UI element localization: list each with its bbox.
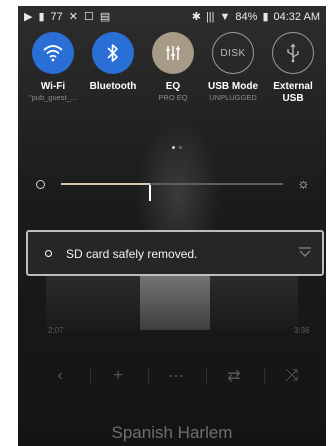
wifi-toggle[interactable] — [32, 32, 74, 74]
usb-mode-status: UNPLUGGED — [209, 93, 257, 102]
sd-label: 77 — [50, 11, 63, 23]
battery-icon: ▮ — [262, 11, 269, 23]
external-usb-label: External USB — [273, 81, 313, 104]
play-icon: ▶ — [24, 11, 33, 23]
quick-settings-panel: Wi-Fi "pub_guest_... Bluetooth EQ PRO EQ… — [18, 32, 326, 222]
repeat-icon[interactable]: ⇄ — [222, 364, 246, 388]
divider — [148, 368, 149, 384]
song-title: Spanish Harlem — [111, 423, 233, 442]
time-elapsed: 2:07 — [48, 326, 64, 335]
brightness-high-icon: ☼ — [297, 175, 310, 191]
brightness-row: ☼ — [18, 174, 326, 201]
tile-bluetooth[interactable]: Bluetooth — [82, 32, 144, 93]
notification-text: SD card safely removed. — [66, 247, 198, 261]
status-right: ✱ ||| ▼ 84% ▮ 04:32 AM — [192, 10, 320, 24]
brightness-low-icon — [36, 180, 45, 189]
add-icon[interactable]: + — [106, 364, 130, 388]
screen-icon: ☐ — [84, 11, 94, 23]
brightness-slider[interactable] — [61, 183, 283, 201]
page-dot — [179, 146, 182, 149]
battery-percent: 84% — [235, 11, 258, 23]
bluetooth-label: Bluetooth — [89, 81, 137, 92]
calendar-icon: ▤ — [99, 11, 111, 23]
shuffle-icon[interactable]: ⤨ — [280, 364, 304, 388]
sd-card-icon: ▮ — [38, 11, 45, 23]
notification-dot-icon — [45, 250, 52, 257]
brightness-fill — [61, 183, 150, 185]
signal-icon: ||| — [205, 11, 215, 23]
player-controls: ‹ + ⋯ ⇄ ⤨ — [18, 364, 326, 388]
divider — [90, 368, 91, 384]
device-screen: ▶ ▮ 77 ✕ ☐ ▤ ✱ ||| ▼ 84% ▮ 04:32 AM Wi-F… — [18, 6, 326, 446]
wifi-label: Wi-Fi — [40, 81, 66, 92]
tile-usb-mode[interactable]: DISK USB Mode UNPLUGGED — [202, 32, 264, 103]
divider — [206, 368, 207, 384]
status-bar: ▶ ▮ 77 ✕ ☐ ▤ ✱ ||| ▼ 84% ▮ 04:32 AM — [18, 6, 326, 28]
eq-label: EQ — [165, 81, 181, 92]
brightness-thumb[interactable] — [149, 185, 151, 201]
wifi-icon — [43, 45, 63, 62]
tile-wifi[interactable]: Wi-Fi "pub_guest_... — [22, 32, 84, 103]
wifi-network: "pub_guest_... — [28, 93, 78, 102]
eq-preset: PRO EQ — [158, 93, 188, 102]
usb-icon — [287, 43, 299, 63]
time-total: 3:36 — [294, 326, 310, 335]
status-left: ▶ ▮ 77 ✕ ☐ ▤ — [24, 10, 110, 24]
bluetooth-icon — [107, 44, 118, 62]
eq-toggle[interactable] — [152, 32, 194, 74]
cast-icon: ✕ — [68, 11, 78, 23]
divider — [264, 368, 265, 384]
prev-icon[interactable]: ‹ — [48, 364, 72, 388]
disk-icon: DISK — [220, 47, 246, 59]
page-dot-active — [172, 146, 175, 149]
usb-mode-label: USB Mode — [208, 81, 258, 92]
tile-eq[interactable]: EQ PRO EQ — [142, 32, 204, 103]
usb-mode-toggle[interactable]: DISK — [212, 32, 254, 74]
tile-external-usb[interactable]: External USB — [262, 32, 324, 105]
more-icon[interactable]: ⋯ — [164, 364, 188, 388]
bluetooth-status-icon: ✱ — [191, 11, 201, 23]
expand-icon[interactable] — [298, 245, 312, 259]
notification-card[interactable]: SD card safely removed. — [26, 230, 324, 276]
bluetooth-toggle[interactable] — [92, 32, 134, 74]
external-usb-toggle[interactable] — [272, 32, 314, 74]
wifi-status-icon: ▼ — [219, 11, 231, 23]
page-indicator — [172, 146, 182, 149]
clock: 04:32 AM — [273, 11, 320, 23]
equalizer-icon — [166, 46, 180, 60]
album-art-highlight — [140, 274, 210, 330]
